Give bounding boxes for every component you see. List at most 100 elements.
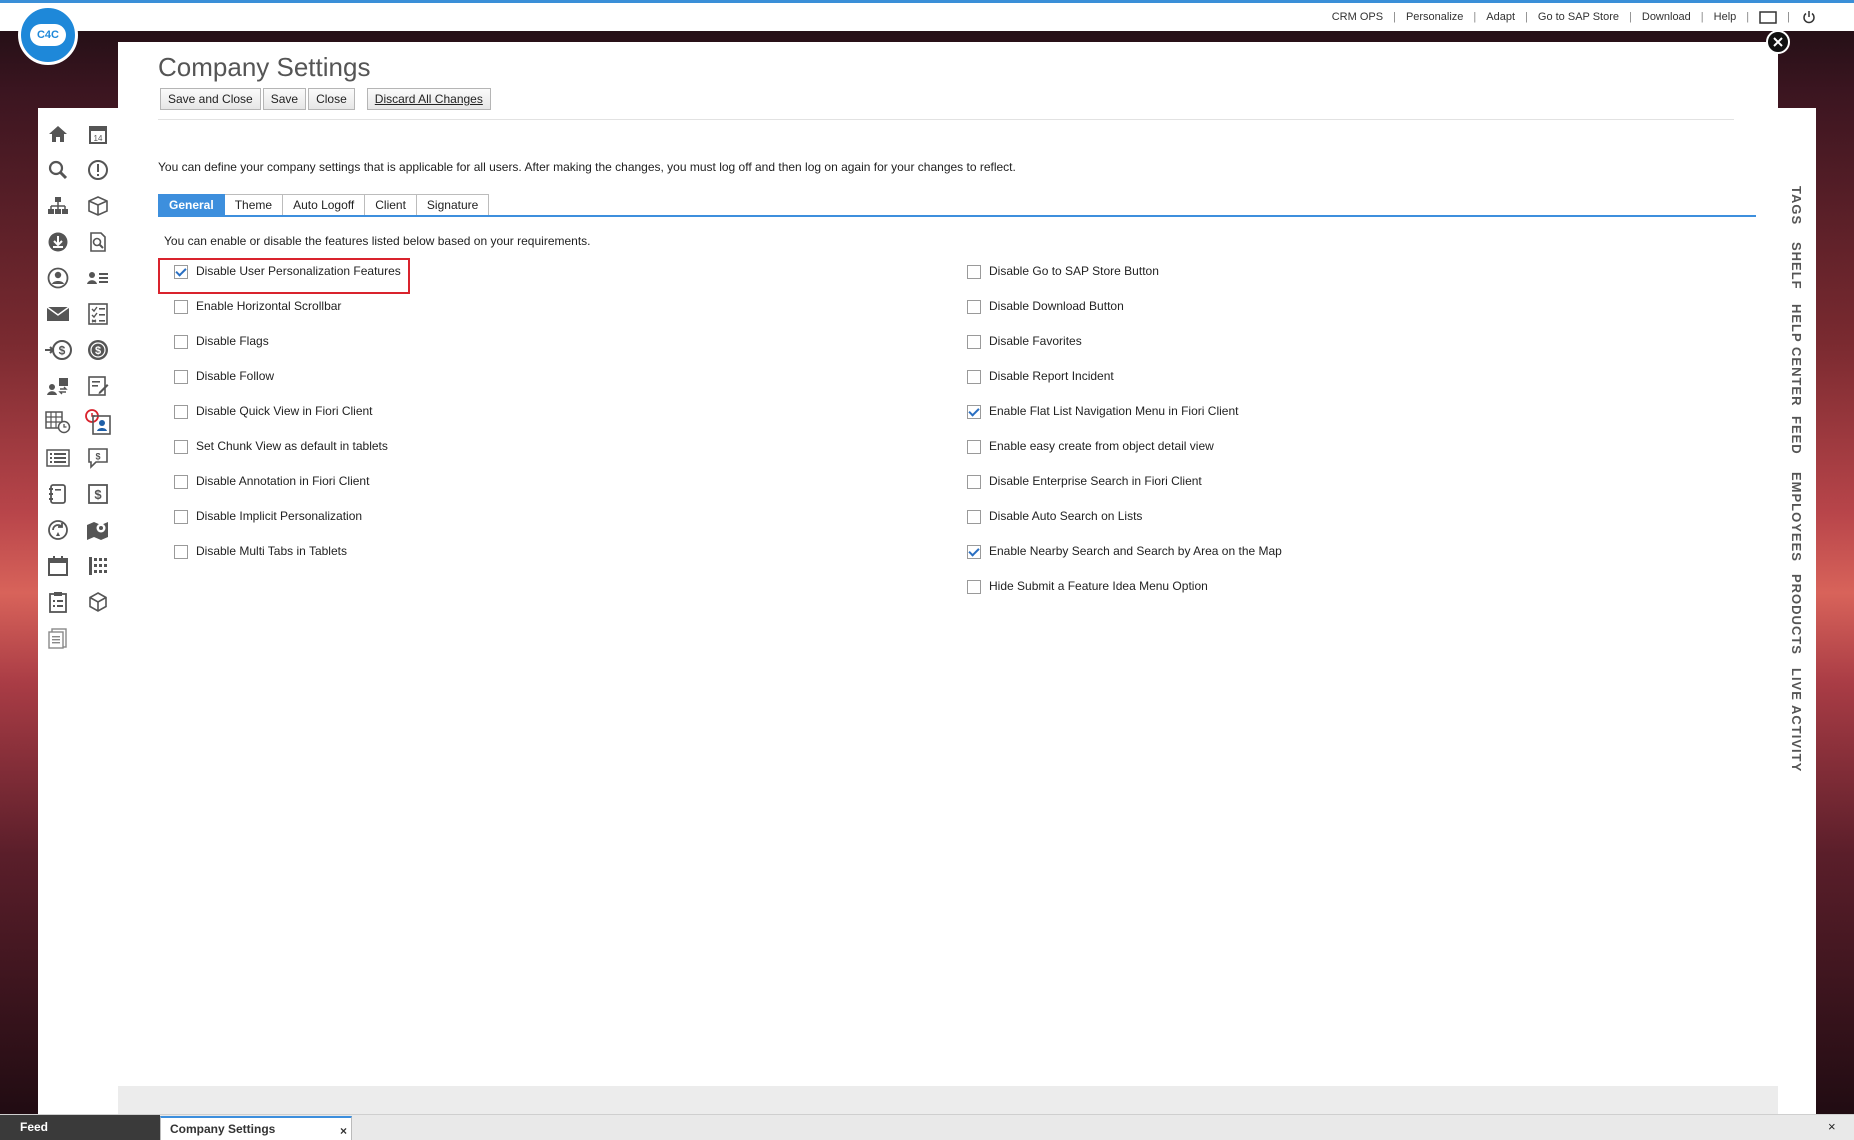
notebook-icon[interactable]: [38, 482, 78, 506]
rail-tab-feed[interactable]: FEED: [1789, 416, 1804, 455]
option-checkbox[interactable]: [174, 405, 188, 419]
option-checkbox[interactable]: [174, 265, 188, 279]
edit-form-icon[interactable]: [78, 374, 118, 398]
clipboard-icon[interactable]: [38, 590, 78, 614]
save-button[interactable]: Save: [262, 88, 307, 110]
table-clock-icon[interactable]: [38, 410, 78, 434]
close-button[interactable]: Close: [308, 88, 355, 110]
option-checkbox[interactable]: [174, 475, 188, 489]
option-checkbox[interactable]: [967, 580, 981, 594]
option-row: Disable Go to SAP Store Button: [967, 264, 1282, 299]
download-icon[interactable]: [38, 230, 78, 254]
option-checkbox[interactable]: [967, 545, 981, 559]
option-row: Enable Nearby Search and Search by Area …: [967, 544, 1282, 579]
close-panel-icon[interactable]: [1766, 30, 1790, 54]
option-checkbox[interactable]: [174, 370, 188, 384]
home-icon[interactable]: [38, 122, 78, 146]
rail-tab-tags[interactable]: TAGS: [1789, 186, 1804, 225]
timesheet-icon[interactable]: [78, 409, 118, 435]
task-tab-label: Company Settings: [170, 1122, 276, 1136]
personalize-link[interactable]: Personalize: [1396, 11, 1473, 23]
list-icon[interactable]: [38, 446, 78, 470]
calculator-icon[interactable]: [78, 554, 118, 578]
screen-icon[interactable]: [1759, 10, 1777, 24]
power-icon[interactable]: [1800, 10, 1818, 24]
svg-text:$: $: [59, 344, 66, 358]
tab-auto-logoff[interactable]: Auto Logoff: [283, 194, 366, 216]
option-checkbox[interactable]: [967, 265, 981, 279]
option-checkbox[interactable]: [174, 545, 188, 559]
option-checkbox[interactable]: [967, 370, 981, 384]
option-checkbox[interactable]: [174, 335, 188, 349]
feed-button[interactable]: Feed: [0, 1115, 160, 1140]
adapt-link[interactable]: Adapt: [1476, 11, 1525, 23]
option-label: Set Chunk View as default in tablets: [196, 439, 388, 453]
org-chart-icon[interactable]: [38, 194, 78, 218]
alert-icon[interactable]: [78, 158, 118, 182]
map-pin-icon[interactable]: [78, 518, 118, 542]
option-row: Disable Auto Search on Lists: [967, 509, 1282, 544]
calendar-icon[interactable]: [38, 554, 78, 578]
option-checkbox[interactable]: [967, 440, 981, 454]
intro-text: You can define your company settings tha…: [158, 160, 1016, 174]
tab-theme[interactable]: Theme: [224, 194, 284, 216]
search-icon[interactable]: [38, 158, 78, 182]
option-row: Disable User Personalization Features: [174, 264, 401, 299]
crm-ops-link[interactable]: CRM OPS: [1322, 11, 1393, 23]
option-label: Disable Follow: [196, 369, 275, 383]
option-checkbox[interactable]: [967, 510, 981, 524]
option-checkbox[interactable]: [967, 405, 981, 419]
option-label: Disable Multi Tabs in Tablets: [196, 544, 347, 558]
rail-tab-products[interactable]: PRODUCTS: [1789, 574, 1804, 655]
tab-client[interactable]: Client: [365, 194, 417, 216]
rail-tab-help-center[interactable]: HELP CENTER: [1789, 304, 1804, 407]
company-settings-task-tab[interactable]: Company Settings ×: [160, 1116, 352, 1140]
mail-icon[interactable]: [38, 302, 78, 326]
chat-dollar-icon[interactable]: $: [78, 446, 118, 470]
discard-all-changes-button[interactable]: Discard All Changes: [366, 88, 491, 110]
option-label: Enable Nearby Search and Search by Area …: [989, 544, 1282, 558]
option-checkbox[interactable]: [967, 335, 981, 349]
sap-store-link[interactable]: Go to SAP Store: [1528, 11, 1629, 23]
settings-tabs: General Theme Auto Logoff Client Signatu…: [158, 194, 490, 216]
option-checkbox[interactable]: [174, 440, 188, 454]
save-and-close-button[interactable]: Save and Close: [160, 88, 261, 110]
rail-tab-live-activity[interactable]: LIVE ACTIVITY: [1789, 668, 1804, 772]
option-row: Enable Horizontal Scrollbar: [174, 299, 401, 334]
option-label: Disable Enterprise Search in Fiori Clien…: [989, 474, 1202, 488]
report-icon[interactable]: [38, 626, 78, 650]
option-label: Disable Auto Search on Lists: [989, 509, 1143, 523]
close-taskbar-icon[interactable]: ×: [1828, 1119, 1836, 1134]
cube-icon[interactable]: [78, 590, 118, 614]
checklist-icon[interactable]: [78, 302, 118, 326]
product-box-icon[interactable]: [78, 194, 118, 218]
close-tab-icon[interactable]: ×: [340, 1124, 347, 1138]
tab-signature[interactable]: Signature: [416, 194, 490, 216]
person-icon[interactable]: [38, 266, 78, 290]
document-search-icon[interactable]: [78, 230, 118, 254]
rail-tab-shelf[interactable]: SHELF: [1789, 242, 1804, 290]
option-row: Disable Favorites: [967, 334, 1282, 369]
dollar-coin-icon[interactable]: $: [78, 338, 118, 362]
help-link[interactable]: Help: [1704, 11, 1747, 23]
tab-general[interactable]: General: [158, 194, 225, 216]
option-row: Enable Flat List Navigation Menu in Fior…: [967, 404, 1282, 439]
money-transfer-icon[interactable]: $: [38, 338, 78, 362]
option-checkbox[interactable]: [967, 475, 981, 489]
refresh-globe-icon[interactable]: [38, 518, 78, 542]
option-checkbox[interactable]: [174, 300, 188, 314]
company-settings-panel: Company Settings Save and Close Save Clo…: [118, 42, 1778, 1114]
download-link[interactable]: Download: [1632, 11, 1701, 23]
exchange-icon[interactable]: [38, 374, 78, 398]
option-checkbox[interactable]: [967, 300, 981, 314]
calendar-14-icon[interactable]: 14: [78, 122, 118, 146]
invoice-dollar-icon[interactable]: $: [78, 482, 118, 506]
contacts-list-icon[interactable]: [78, 266, 118, 290]
rail-tab-employees[interactable]: EMPLOYEES: [1789, 472, 1804, 562]
svg-text:$: $: [94, 487, 102, 502]
tab-underline: [158, 215, 1756, 217]
option-row: Disable Annotation in Fiori Client: [174, 474, 401, 509]
c4c-logo[interactable]: C4C: [18, 5, 78, 65]
option-checkbox[interactable]: [174, 510, 188, 524]
option-row: Disable Implicit Personalization: [174, 509, 401, 544]
